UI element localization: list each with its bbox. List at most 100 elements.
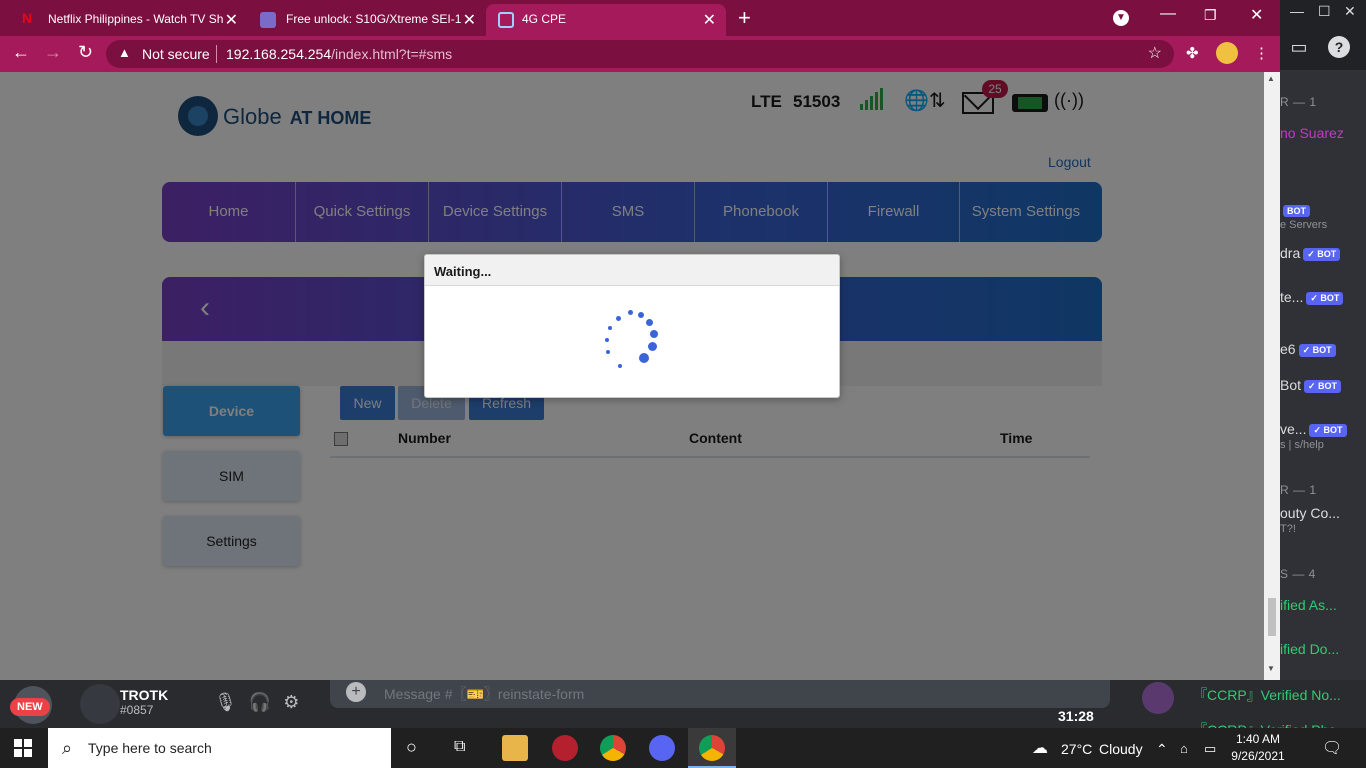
member-item[interactable]: e6 ✓ BOT bbox=[1280, 341, 1336, 357]
member-status: T?! bbox=[1280, 523, 1296, 535]
close-window-icon[interactable]: ✕ bbox=[1250, 5, 1263, 25]
close-tab-icon[interactable]: ✕ bbox=[225, 10, 238, 30]
chevron-up-icon[interactable]: ⌃ bbox=[1156, 741, 1168, 758]
timer: 31:28 bbox=[1058, 708, 1094, 724]
warning-icon: ▲ bbox=[118, 45, 131, 60]
url-text: 192.168.254.254/index.html?t=#sms bbox=[226, 46, 452, 62]
member-status: s | s/help bbox=[1280, 439, 1324, 451]
bot-badge: ✓ BOT bbox=[1304, 379, 1342, 393]
discord-titlebar: — ☐ ✕ ▭ ? bbox=[1280, 0, 1366, 70]
tab-4g-cpe[interactable]: 4G CPE ✕ bbox=[486, 4, 726, 36]
search-placeholder: Type here to search bbox=[88, 740, 212, 756]
member-name[interactable]: no Suarez bbox=[1280, 125, 1344, 141]
user-tag: #0857 bbox=[120, 703, 154, 717]
message-placeholder: Message #〖🎫〗reinstate-form bbox=[384, 686, 585, 702]
extensions-icon[interactable]: ✤ bbox=[1186, 44, 1199, 62]
member-item[interactable]: te... ✓ BOT bbox=[1280, 289, 1344, 305]
back-icon[interactable]: ← bbox=[12, 42, 30, 63]
tab-title: Free unlock: S10G/Xtreme SEI-120 bbox=[286, 12, 461, 26]
member-item[interactable]: 『CCRP』Verified No... bbox=[1193, 685, 1341, 705]
close-tab-icon[interactable]: ✕ bbox=[463, 10, 476, 30]
discord-icon[interactable] bbox=[649, 735, 675, 761]
help-icon[interactable]: ? bbox=[1328, 36, 1350, 58]
weather-desc[interactable]: Cloudy bbox=[1099, 741, 1143, 757]
headphones-icon[interactable]: 🎧 bbox=[249, 692, 271, 712]
address-bar[interactable]: ▲ Not secure 192.168.254.254/index.html?… bbox=[106, 40, 1174, 68]
tab-title: 4G CPE bbox=[522, 12, 567, 26]
discord-maximize-icon[interactable]: ☐ bbox=[1318, 3, 1331, 20]
tab-title: Netflix Philippines - Watch TV Shows Onl… bbox=[48, 12, 223, 26]
member-item[interactable]: Bot ✓ BOT bbox=[1280, 377, 1342, 393]
chrome-icon[interactable] bbox=[600, 735, 626, 761]
file-explorer-icon[interactable] bbox=[502, 735, 528, 761]
minimize-icon[interactable]: — bbox=[1160, 5, 1176, 23]
search-icon: ⌕ bbox=[62, 738, 73, 758]
display-icon[interactable]: ▭ bbox=[1204, 741, 1216, 757]
page-scrollbar[interactable]: ▲ ▼ bbox=[1264, 72, 1280, 680]
member-group-header: R — 1 bbox=[1280, 95, 1317, 109]
tab-free-unlock[interactable]: Free unlock: S10G/Xtreme SEI-120 ✕ bbox=[246, 4, 486, 36]
browser-toolbar: ← → ↻ ▲ Not secure 192.168.254.254/index… bbox=[0, 36, 1280, 72]
new-tab-icon[interactable]: + bbox=[738, 5, 751, 31]
profile-avatar[interactable] bbox=[1216, 42, 1238, 64]
member-item[interactable]: outy Co... bbox=[1280, 505, 1340, 521]
menu-icon[interactable]: ⋮ bbox=[1254, 44, 1269, 62]
url-host: 192.168.254.254 bbox=[226, 46, 332, 62]
app-icon[interactable] bbox=[552, 735, 578, 761]
tab-search-icon[interactable]: ▼ bbox=[1113, 10, 1129, 26]
clock[interactable]: 1:40 AM 9/26/2021 bbox=[1228, 731, 1288, 765]
bookmark-star-icon[interactable]: ☆ bbox=[1148, 43, 1162, 63]
bot-badge: ✓ BOT bbox=[1303, 247, 1341, 261]
discord-minimize-icon[interactable]: — bbox=[1290, 3, 1304, 19]
cortana-icon[interactable]: ○ bbox=[406, 737, 417, 758]
weather-temp[interactable]: 27°C bbox=[1061, 741, 1092, 757]
close-tab-icon[interactable]: ✕ bbox=[703, 10, 716, 30]
security-label: Not secure bbox=[142, 46, 210, 62]
tab-netflix[interactable]: N Netflix Philippines - Watch TV Shows O… bbox=[8, 4, 248, 36]
netflix-icon: N bbox=[22, 10, 33, 26]
discord-bottom-bar: NEW TROTK #0857 🎙 🎧 ⚙ + Message #〖🎫〗reinst… bbox=[0, 680, 1366, 738]
scroll-thumb[interactable] bbox=[1268, 598, 1276, 636]
inbox-icon[interactable]: ▭ bbox=[1288, 36, 1310, 58]
mute-mic-icon[interactable]: 🎙 bbox=[214, 692, 237, 712]
member-item[interactable]: dra ✓ BOT bbox=[1280, 245, 1341, 261]
router-icon bbox=[498, 12, 514, 28]
user-avatar[interactable] bbox=[80, 684, 120, 724]
windows-start-icon[interactable] bbox=[14, 739, 32, 757]
reload-icon[interactable]: ↻ bbox=[78, 42, 93, 63]
discord-member-panel: — ☐ ✕ ▭ ? R — 1 no Suarez BOT e Servers … bbox=[1280, 0, 1366, 680]
weather-icon: ☁ bbox=[1032, 740, 1048, 757]
task-view-icon[interactable]: ⧉ bbox=[454, 738, 465, 756]
cube-icon bbox=[260, 12, 276, 28]
chrome-icon[interactable] bbox=[699, 735, 725, 761]
username: TROTK bbox=[120, 687, 169, 703]
member-item[interactable]: ified As... bbox=[1280, 597, 1337, 613]
message-input[interactable]: + Message #〖🎫〗reinstate-form bbox=[330, 680, 1110, 708]
discord-close-icon[interactable]: ✕ bbox=[1344, 3, 1356, 20]
member-avatar[interactable] bbox=[1142, 682, 1174, 714]
forward-icon[interactable]: → bbox=[44, 42, 62, 63]
gear-icon[interactable]: ⚙ bbox=[283, 692, 299, 712]
member-item[interactable]: ve... ✓ BOT bbox=[1280, 421, 1347, 437]
loading-spinner-icon bbox=[600, 310, 662, 372]
scroll-down-icon[interactable]: ▼ bbox=[1267, 664, 1275, 673]
member-group-header: S — 4 bbox=[1280, 567, 1316, 581]
url-path: /index.html?t=#sms bbox=[331, 46, 453, 62]
notification-icon[interactable]: 🗨 bbox=[1322, 738, 1342, 758]
dialog-title: Waiting... bbox=[434, 264, 492, 279]
voice-controls: 🎙 🎧 ⚙ bbox=[214, 692, 311, 713]
taskbar-search-box[interactable]: ⌕ Type here to search bbox=[48, 728, 391, 768]
restore-icon[interactable]: ❐ bbox=[1204, 7, 1217, 24]
scroll-up-icon[interactable]: ▲ bbox=[1267, 74, 1275, 83]
bot-badge: ✓ BOT bbox=[1306, 291, 1344, 305]
clock-date: 9/26/2021 bbox=[1231, 749, 1285, 763]
member-badge: BOT bbox=[1280, 202, 1310, 218]
add-attachment-icon[interactable]: + bbox=[346, 682, 366, 702]
bot-badge: ✓ BOT bbox=[1309, 423, 1347, 437]
dialog-header: Waiting... bbox=[425, 255, 839, 286]
member-item[interactable]: ified Do... bbox=[1280, 641, 1339, 657]
member-status: e Servers bbox=[1280, 219, 1328, 231]
tab-strip: N Netflix Philippines - Watch TV Shows O… bbox=[0, 0, 1280, 36]
member-group-header: R — 1 bbox=[1280, 483, 1317, 497]
network-icon[interactable]: ⌂ bbox=[1180, 741, 1188, 756]
